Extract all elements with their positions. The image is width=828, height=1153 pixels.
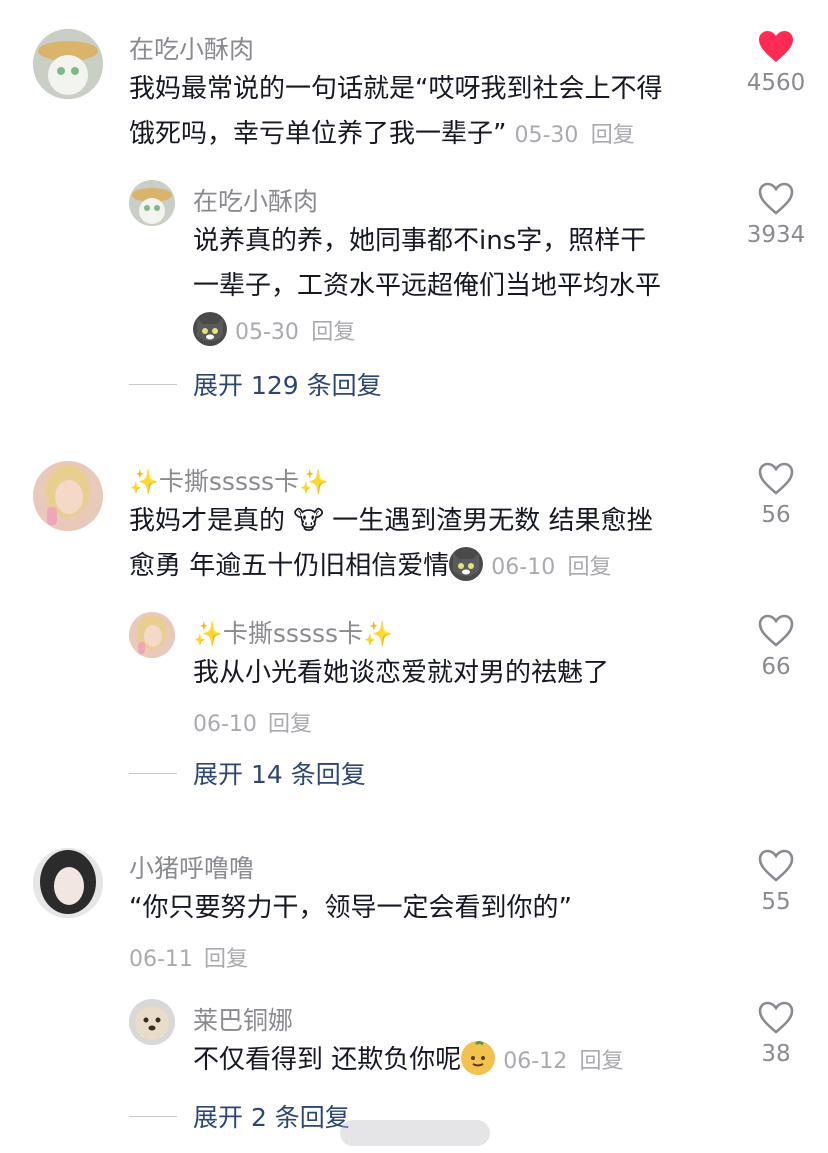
expand-replies-button[interactable]: 展开 129 条回复 — [129, 366, 382, 402]
reply-button[interactable]: 回复 — [579, 1049, 623, 1074]
heart-outline-icon — [758, 182, 794, 215]
like-button[interactable]: 55 — [736, 849, 816, 915]
comment-date: 06-10 — [491, 555, 556, 580]
divider — [129, 383, 177, 385]
like-count: 38 — [761, 1041, 791, 1067]
reply-avatar[interactable] — [129, 180, 175, 226]
reply-date: 05-30 — [235, 320, 299, 345]
sparkles-icon: ✨ — [299, 468, 329, 496]
like-count: 56 — [761, 502, 791, 528]
reply-date: 06-12 — [503, 1049, 568, 1074]
comment-text-line: 饿死吗，幸亏单位养了我一辈子” — [129, 119, 507, 149]
comment-date: 05-30 — [514, 123, 579, 148]
heart-outline-icon — [758, 1001, 794, 1034]
comment-text-line: “你只要努力干，领导一定会看到你的” — [129, 893, 572, 923]
comment-username[interactable]: 小猪呼噜噜 — [129, 849, 254, 885]
reply-text-line: 我从小光看她谈恋爱就对男的祛魅了 — [193, 658, 610, 688]
reply-date: 06-10 — [193, 712, 257, 737]
heart-outline-icon — [758, 462, 794, 495]
comment-date: 06-11 — [129, 947, 193, 972]
avatar[interactable] — [33, 29, 103, 99]
reply-text: 不仅看得到 还欺负你呢 06-12 回复 — [193, 1038, 623, 1084]
sparkles-icon: ✨ — [129, 468, 159, 496]
reply-button[interactable]: 回复 — [567, 555, 611, 580]
reply-avatar[interactable] — [129, 612, 175, 658]
like-count: 66 — [761, 654, 791, 680]
like-button[interactable]: 3934 — [736, 182, 816, 248]
reply-button[interactable]: 回复 — [311, 320, 355, 345]
reply-username[interactable]: ✨卡撕sssss卡✨ — [193, 614, 393, 650]
mango-face-emoji-icon — [461, 1041, 496, 1075]
reply-button[interactable]: 回复 — [204, 947, 248, 972]
comment-username[interactable]: 在吃小酥肉 — [129, 30, 254, 66]
reply-username[interactable]: 在吃小酥肉 — [193, 182, 318, 218]
like-count: 55 — [761, 889, 791, 915]
reply-text-line: 一辈子，工资水平远超俺们当地平均水平 — [193, 271, 662, 301]
expand-replies-label: 展开 14 条回复 — [193, 760, 366, 789]
comment-text-line: 我妈最常说的一句话就是“哎呀我到社会上不得 — [129, 74, 663, 104]
heart-filled-icon — [759, 31, 793, 62]
divider — [129, 772, 177, 774]
comment-text-line: 我妈才是真的 🐮 一生遇到渣男无数 结果愈挫 — [129, 506, 653, 536]
username-text: 卡撕sssss卡 — [158, 467, 300, 496]
like-button[interactable]: 4560 — [736, 30, 816, 96]
reply-button[interactable]: 回复 — [268, 712, 312, 737]
reply-meta: 06-10 回复 — [193, 706, 312, 738]
comment-text-line: 愈勇 年逾五十仍旧相信爱情 — [129, 551, 450, 581]
reply-username[interactable]: 莱巴铜娜 — [193, 1001, 293, 1037]
like-count: 3934 — [746, 222, 806, 248]
like-button[interactable]: 66 — [736, 614, 816, 680]
divider — [129, 1115, 177, 1117]
avatar[interactable] — [33, 848, 103, 918]
expand-replies-button[interactable]: 展开 14 条回复 — [129, 755, 366, 791]
reply-meta: 05-30 回复 — [193, 309, 355, 355]
reply-button[interactable]: 回复 — [591, 123, 635, 148]
expand-replies-button[interactable]: 展开 2 条回复 — [129, 1098, 350, 1134]
comment-text: 饿死吗，幸亏单位养了我一辈子” 05-30 回复 — [129, 112, 635, 158]
like-button[interactable]: 56 — [736, 462, 816, 528]
heart-outline-icon — [758, 849, 794, 882]
reply-text-line: 不仅看得到 还欺负你呢 — [193, 1045, 462, 1075]
expand-replies-label: 展开 129 条回复 — [193, 371, 382, 400]
like-count: 4560 — [746, 70, 806, 96]
comment-text: 我妈最常说的一句话就是“哎呀我到社会上不得 — [129, 67, 662, 112]
like-button[interactable]: 38 — [736, 1001, 816, 1067]
reply-text-line: 说养真的养，她同事都不ins字，照样干 — [193, 226, 647, 256]
heart-outline-icon — [758, 614, 794, 647]
comment-meta: 06-11 回复 — [129, 941, 248, 973]
reply-avatar[interactable] — [129, 999, 175, 1045]
watermark — [340, 1120, 490, 1146]
sparkles-icon: ✨ — [363, 620, 393, 648]
comment-username[interactable]: ✨卡撕sssss卡✨ — [129, 462, 329, 498]
sparkles-icon: ✨ — [193, 620, 223, 648]
cat-face-emoji-icon — [449, 547, 484, 581]
expand-replies-label: 展开 2 条回复 — [193, 1103, 350, 1132]
comment-text: 愈勇 年逾五十仍旧相信爱情 06-10 回复 — [129, 544, 611, 590]
username-text: 卡撕sssss卡 — [222, 619, 364, 648]
cat-face-emoji-icon — [193, 312, 227, 346]
avatar[interactable] — [33, 461, 103, 531]
